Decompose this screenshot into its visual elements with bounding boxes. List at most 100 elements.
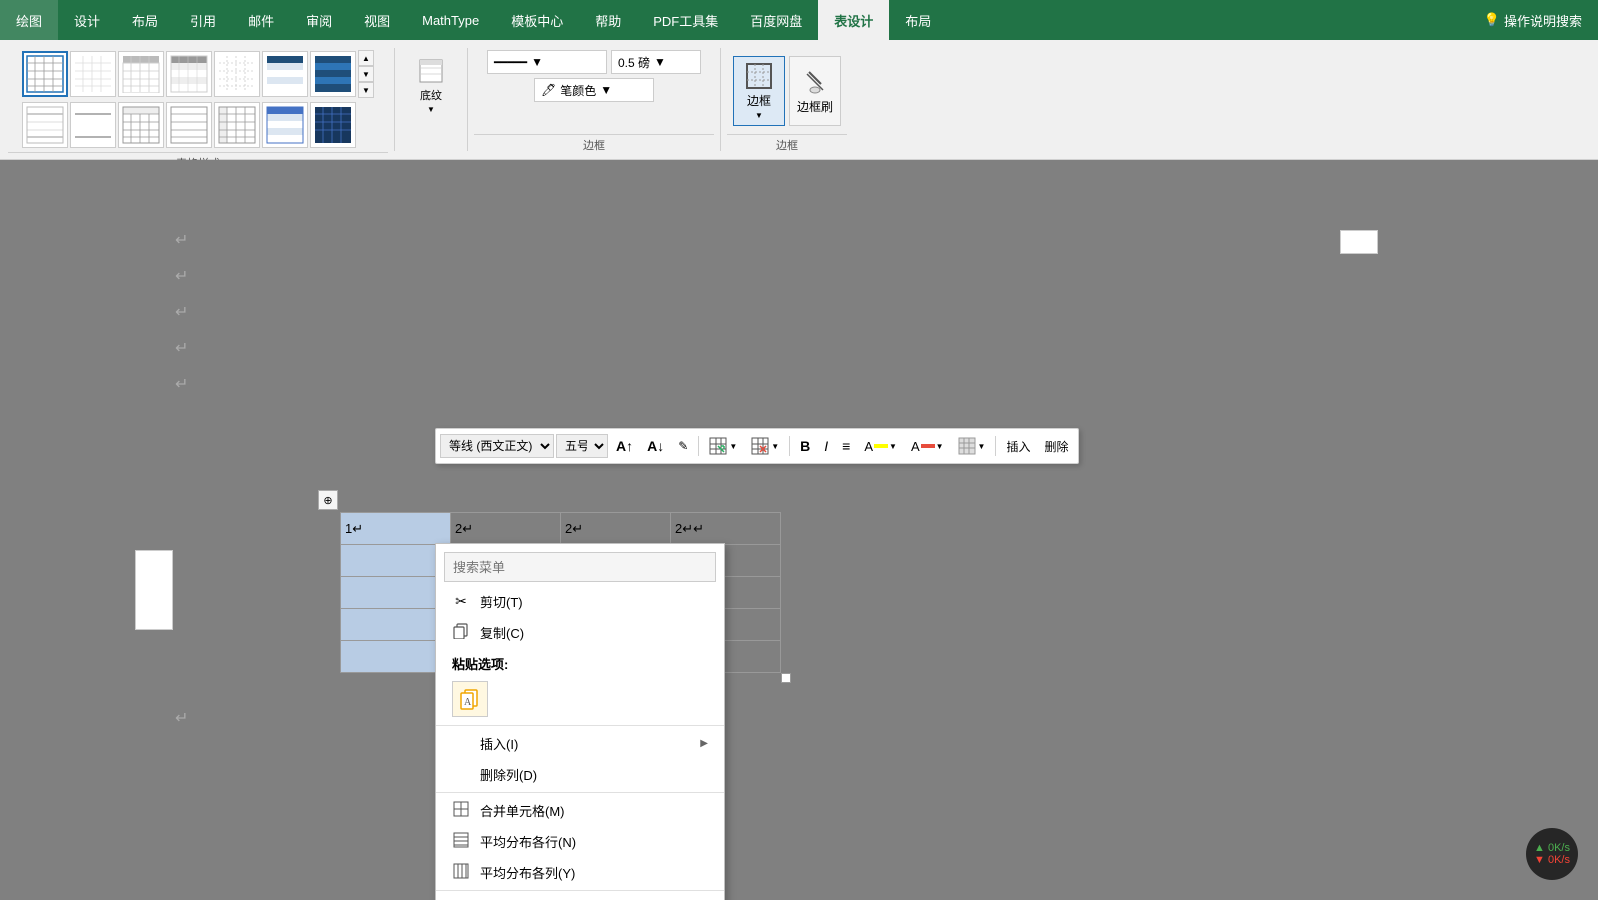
help-search[interactable]: 💡 操作说明搜索 [1468, 0, 1598, 40]
tab-drawing[interactable]: 绘图 [0, 0, 58, 40]
toolbar-sep-3 [995, 436, 996, 456]
highlight-color-button[interactable]: A ▼ [858, 433, 903, 459]
table-delete-toolbar-btn[interactable]: ▼ [745, 433, 785, 459]
table-cell[interactable]: 2↵ [451, 513, 561, 545]
toolbar-sep-1 [698, 436, 699, 456]
table-style-8[interactable] [22, 102, 68, 148]
font-color-button[interactable]: A ▼ [905, 433, 950, 459]
divider-1 [394, 48, 395, 151]
tab-mail[interactable]: 邮件 [232, 0, 290, 40]
pen-color-dropdown[interactable]: 🖊 笔颜色 ▼ [534, 78, 654, 102]
insert-text-button[interactable]: 插入 [1000, 433, 1036, 459]
table-style-1[interactable] [22, 51, 68, 97]
table-style-3[interactable] [118, 51, 164, 97]
clear-format-button[interactable]: ✎ [672, 433, 694, 459]
font-family-select[interactable]: 等线 (西文正文) [440, 434, 554, 458]
table-cell[interactable] [341, 577, 451, 609]
cm-copy[interactable]: 复制(C) [436, 617, 724, 648]
cm-sep-1 [436, 725, 724, 726]
scroll-more-arrow[interactable]: ▼ [358, 82, 374, 98]
table-cell[interactable]: 1↵ [341, 513, 451, 545]
tab-design[interactable]: 设计 [58, 0, 116, 40]
cm-insert[interactable]: 插入(I) ▶ [436, 728, 724, 759]
tab-pdf[interactable]: PDF工具集 [637, 0, 734, 40]
table-resize-handle[interactable] [781, 673, 791, 683]
para-mark-1: ↵ [175, 230, 188, 250]
cm-merge-cells[interactable]: 合并单元格(M) [436, 795, 724, 826]
scroll-down-arrow[interactable]: ▼ [358, 66, 374, 82]
tab-table-design[interactable]: 表设计 [818, 0, 889, 40]
italic-button[interactable]: I [818, 433, 834, 459]
border-section-label: 边框 [474, 134, 714, 155]
upload-speed: ▲ 0K/s [1534, 842, 1570, 854]
cm-distribute-cols[interactable]: 平均分布各列(Y) [436, 857, 724, 888]
tab-baidu[interactable]: 百度网盘 [734, 0, 818, 40]
scroll-up-arrow[interactable]: ▲ [358, 50, 374, 66]
border-brush-button[interactable]: 边框刷 [789, 56, 841, 126]
table-style-13[interactable] [262, 102, 308, 148]
toolbar-area: ▲ ▼ ▼ [0, 40, 1598, 160]
table-move-handle[interactable]: ⊕ [318, 490, 338, 510]
cm-sep-2 [436, 792, 724, 793]
table-cell[interactable] [341, 545, 451, 577]
table-style-12[interactable] [214, 102, 260, 148]
table-style-5[interactable] [214, 51, 260, 97]
grow-font-button[interactable]: A↑ [610, 433, 639, 459]
toolbar-sep-2 [789, 436, 790, 456]
table-style-10[interactable] [118, 102, 164, 148]
download-speed: ▼ 0K/s [1534, 854, 1570, 866]
table-cell[interactable]: 2↵↵ [671, 513, 781, 545]
shade-button[interactable]: 底纹 ▼ [410, 52, 452, 119]
para-mark-3: ↵ [175, 302, 188, 322]
highlight-color-indicator [874, 444, 888, 448]
cm-delete-col[interactable]: 删除列(D) [436, 759, 724, 790]
table-style-9[interactable] [70, 102, 116, 148]
font-size-select[interactable]: 五号 [556, 434, 608, 458]
table-style-6[interactable] [262, 51, 308, 97]
context-menu-search[interactable] [444, 552, 716, 582]
copy-icon [452, 623, 470, 642]
shrink-font-button[interactable]: A↓ [641, 433, 670, 459]
table-cell[interactable]: 2↵ [561, 513, 671, 545]
tab-view[interactable]: 视图 [348, 0, 406, 40]
table-cell[interactable] [341, 641, 451, 673]
border-style-dropdown[interactable]: ━━━━━ ▼ [487, 50, 607, 74]
tab-mathtype[interactable]: MathType [406, 0, 495, 40]
cm-distribute-rows[interactable]: 平均分布各行(N) [436, 826, 724, 857]
border-btns-label: 边框 [727, 134, 847, 155]
tab-table-layout[interactable]: 布局 [889, 0, 947, 40]
border-main-button[interactable]: 边框 ▼ [733, 56, 785, 126]
align-button[interactable]: ≡ [836, 433, 856, 459]
distribute-cols-icon [452, 863, 470, 882]
table-cell[interactable] [341, 609, 451, 641]
delete-text-button[interactable]: 删除 [1038, 433, 1074, 459]
table-style-14[interactable] [310, 102, 356, 148]
tab-reference[interactable]: 引用 [174, 0, 232, 40]
table-style-7[interactable] [310, 51, 356, 97]
paste-keep-format-button[interactable]: A [452, 681, 488, 717]
border-btns-section: 边框 ▼ 边框刷 边框 [727, 44, 847, 155]
cell-shading-button[interactable]: ▼ [952, 433, 992, 459]
tab-review[interactable]: 审阅 [290, 0, 348, 40]
border-section: ━━━━━ ▼ 0.5 磅 ▼ 🖊 笔颜色 ▼ 边框 [474, 44, 714, 155]
table-insert-toolbar-btn[interactable]: ▼ [703, 433, 743, 459]
tab-layout[interactable]: 布局 [116, 0, 174, 40]
cm-border-style[interactable]: 边框样式(B) ▶ [436, 893, 724, 900]
table-style-11[interactable] [166, 102, 212, 148]
left-margin-note [135, 550, 173, 630]
svg-text:A: A [464, 697, 472, 708]
para-mark-2: ↵ [175, 266, 188, 286]
table-style-2[interactable] [70, 51, 116, 97]
tab-help[interactable]: 帮助 [579, 0, 637, 40]
border-width-dropdown[interactable]: 0.5 磅 ▼ [611, 50, 701, 74]
table-style-4[interactable] [166, 51, 212, 97]
cm-sep-3 [436, 890, 724, 891]
para-mark-6: ↵ [175, 708, 188, 728]
cm-cut[interactable]: ✂ 剪切(T) [436, 586, 724, 617]
insert-submenu-arrow: ▶ [700, 738, 708, 749]
tab-template[interactable]: 模板中心 [495, 0, 579, 40]
table-styles-section: ▲ ▼ ▼ [8, 44, 388, 155]
merge-icon [452, 801, 470, 820]
font-color-indicator [921, 444, 935, 448]
bold-button[interactable]: B [794, 433, 816, 459]
